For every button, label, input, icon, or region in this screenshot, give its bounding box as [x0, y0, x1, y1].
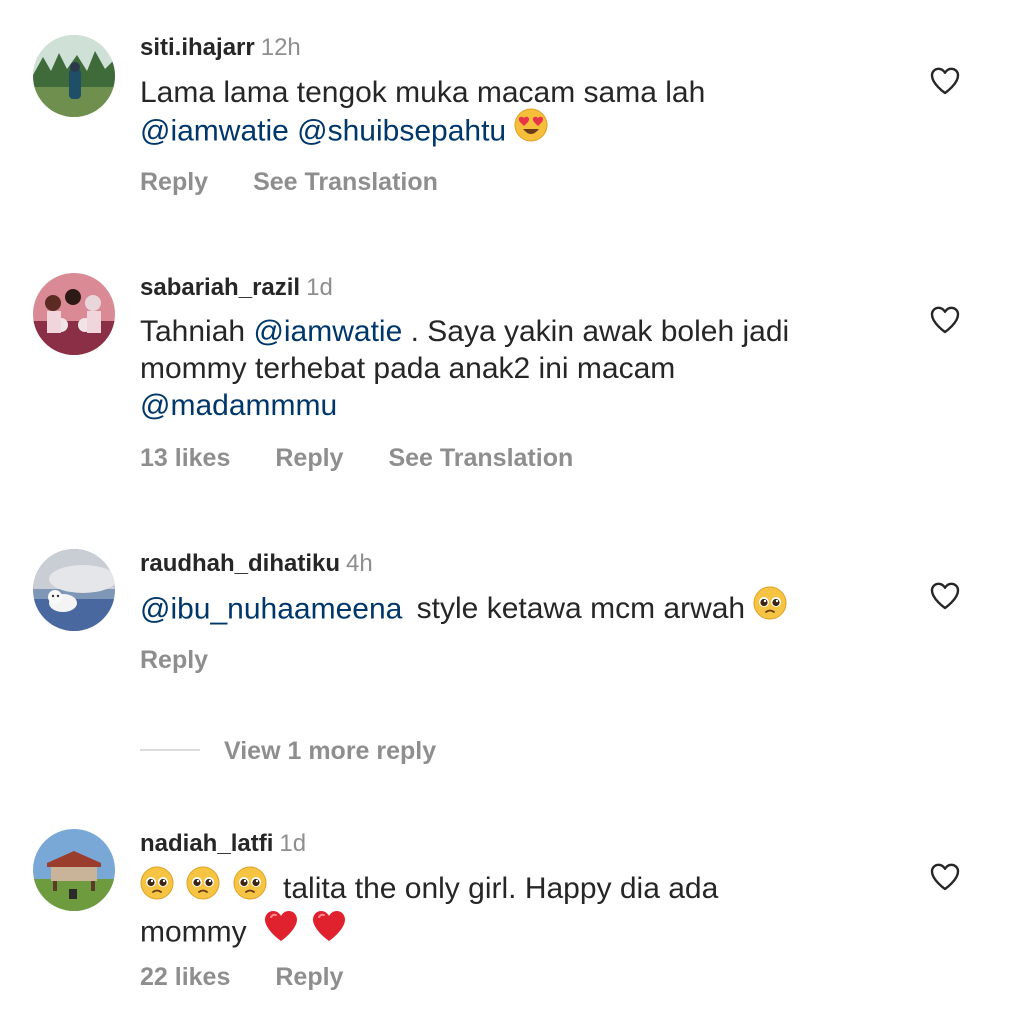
red-heart-emoji-icon [311, 911, 347, 950]
likes-count[interactable]: 13 likes [140, 444, 230, 472]
username[interactable]: siti.ihajarr [140, 34, 255, 61]
comment-text: Lama lama tengok muka macam sama lah @ia… [140, 74, 900, 154]
like-heart-icon[interactable] [929, 65, 961, 97]
mention-link[interactable]: @ibu_nuhaameena [140, 592, 402, 625]
reply-button[interactable]: Reply [275, 444, 343, 472]
view-more-replies-button[interactable]: View 1 more reply [140, 734, 436, 768]
comment-text: Tahniah @iamwatie . Saya yakin awak bole… [140, 313, 900, 424]
username[interactable]: nadiah_latfi [140, 830, 273, 857]
timestamp: 1d [306, 274, 333, 301]
comment-meta: raudhah_dihatiku 4h [140, 547, 373, 581]
heart-eyes-emoji-icon [514, 108, 548, 149]
comment-text-segment: mommy [140, 915, 247, 949]
mention-link[interactable]: @iamwatie [140, 114, 289, 147]
username[interactable]: sabariah_razil [140, 274, 300, 301]
avatar[interactable] [33, 35, 115, 117]
mention-link[interactable]: @iamwatie [253, 315, 402, 348]
like-heart-icon[interactable] [929, 580, 961, 612]
view-more-label: View 1 more reply [224, 737, 437, 765]
username[interactable]: raudhah_dihatiku [140, 550, 340, 577]
comment-text-segment: style ketawa mcm arwah [416, 592, 746, 626]
like-heart-icon[interactable] [929, 861, 961, 893]
see-translation-button[interactable]: See Translation [253, 168, 438, 196]
pleading-face-emoji-icon [233, 866, 275, 907]
comment-meta: nadiah_latfi 1d [140, 827, 306, 861]
reply-button[interactable]: Reply [140, 646, 208, 674]
comment-text-line: mommy terhebat pada anak2 ini macam [140, 352, 676, 385]
avatar[interactable] [33, 829, 115, 911]
comment-text-line: Lama lama tengok muka macam sama lah [140, 76, 706, 109]
mention-link[interactable]: @shuibsepahtu [297, 114, 506, 147]
pleading-face-emoji-icon [140, 866, 182, 907]
comment-text-segment: Tahniah [140, 315, 246, 348]
avatar[interactable] [33, 549, 115, 631]
comment-actions: Reply See Translation [140, 165, 483, 199]
see-translation-button[interactable]: See Translation [388, 444, 573, 472]
pleading-face-emoji-icon [186, 866, 228, 907]
mention-link[interactable]: @madammmu [140, 389, 337, 422]
reply-button[interactable]: Reply [140, 168, 208, 196]
comment-meta: sabariah_razil 1d [140, 271, 333, 305]
like-heart-icon[interactable] [929, 304, 961, 336]
comment-actions: 13 likes Reply See Translation [140, 441, 618, 475]
comment-text: talita the only girl. Happy dia ada momm… [140, 866, 900, 955]
pleading-face-emoji-icon [745, 586, 787, 627]
divider [140, 749, 200, 752]
red-heart-emoji-icon [263, 911, 307, 950]
likes-count[interactable]: 22 likes [140, 963, 230, 991]
timestamp: 12h [260, 34, 301, 61]
timestamp: 4h [346, 550, 373, 577]
timestamp: 1d [279, 830, 307, 857]
avatar[interactable] [33, 273, 115, 355]
comment-actions: Reply [140, 643, 253, 677]
comment-meta: siti.ihajarr 12h [140, 31, 301, 65]
comment-text: @ibu_nuhaameena style ketawa mcm arwah [140, 586, 900, 632]
comment-actions: 22 likes Reply [140, 960, 388, 994]
comment-text-segment: . Saya yakin awak boleh jadi [410, 315, 790, 348]
comment-text-segment: talita the only girl. Happy dia ada [283, 872, 719, 906]
reply-button[interactable]: Reply [275, 963, 343, 991]
